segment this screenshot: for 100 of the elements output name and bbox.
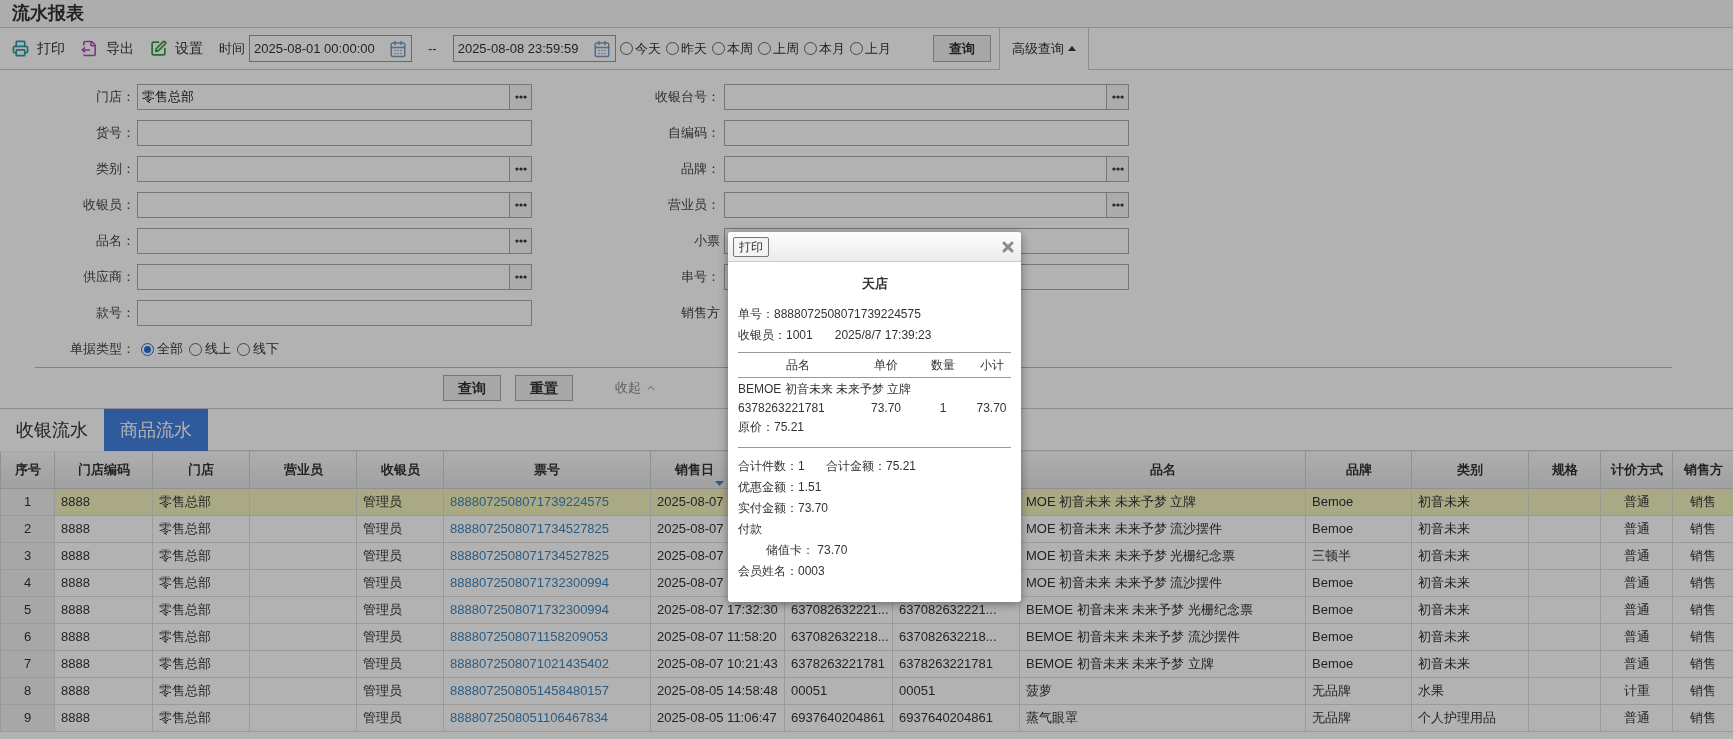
table-cell: Bemoe <box>1312 521 1354 537</box>
doc-type-option[interactable]: 全部 <box>157 339 183 359</box>
table-cell: 2025-08-07 17:32:30 <box>657 602 778 618</box>
doc-type-option[interactable]: 线上 <box>205 339 231 359</box>
more-button[interactable] <box>1106 85 1128 109</box>
column-header[interactable]: 营业员 <box>249 450 357 489</box>
doc-type-option[interactable]: 线下 <box>253 339 279 359</box>
table-cell: 普通 <box>1623 710 1650 726</box>
range-option[interactable]: 今天 <box>634 38 661 59</box>
toolbar-button[interactable]: 打印 <box>12 38 65 59</box>
table-cell: 管理员 <box>363 710 402 726</box>
table-cell: 销售 <box>1690 521 1716 537</box>
column-header[interactable]: 收银员 <box>356 450 444 489</box>
table-cell: 管理员 <box>363 683 402 699</box>
receipt-time: 2025/8/7 17:39:23 <box>834 326 932 344</box>
search-button[interactable]: 查询 <box>443 375 501 401</box>
input-field[interactable] <box>724 120 1129 146</box>
radio-button[interactable] <box>757 42 771 55</box>
table-cell: 三顿半 <box>1312 548 1351 564</box>
radio-button[interactable] <box>803 42 817 55</box>
table-cell: 销售 <box>1690 602 1716 618</box>
range-option[interactable]: 上周 <box>772 38 799 59</box>
column-header[interactable]: 类别 <box>1411 450 1529 489</box>
more-button[interactable] <box>509 193 531 217</box>
column-header[interactable]: 票号 <box>443 450 651 489</box>
table-cell: 销售 <box>1690 656 1716 672</box>
picker-field[interactable] <box>137 228 532 254</box>
table-cell: MOE 初音未来 未来予梦 立牌 <box>1026 494 1197 510</box>
picker-field[interactable] <box>724 156 1129 182</box>
table-cell: 8888 <box>61 521 90 537</box>
radio-button[interactable] <box>665 42 679 55</box>
picker-field[interactable] <box>137 156 532 182</box>
column-header[interactable]: 门店编码 <box>54 450 153 489</box>
more-button[interactable] <box>509 85 531 109</box>
table-row[interactable]: 9 8888 零售总部 管理员 8888072508051106467834 2025-08-05 11:06:47 6937640204861 6937640204861 蒸气眼罩 无品牌 个人护理用品 普通 销售 <box>0 704 1733 732</box>
tab[interactable]: 商品流水 <box>104 409 208 451</box>
input-field[interactable] <box>137 300 532 326</box>
table-cell: 无品牌 <box>1312 683 1351 699</box>
more-button[interactable] <box>1106 157 1128 181</box>
printer-icon <box>12 40 29 57</box>
radio-button[interactable] <box>619 42 633 55</box>
column-header[interactable]: 计价方式 <box>1600 450 1673 489</box>
table-cell: 普通 <box>1623 602 1650 618</box>
radio-button[interactable] <box>237 342 250 356</box>
picker-field[interactable] <box>724 84 1129 110</box>
edit-icon <box>150 40 167 57</box>
table-cell: 管理员 <box>363 575 402 591</box>
table-row[interactable]: 6 8888 零售总部 管理员 8888072508071158209053 2025-08-07 11:58:20 637082632218... 637082632218... BEMOE 初音未来 未来予梦 流沙摆件 Bemoe 初音未来 普通 销售 <box>0 623 1733 651</box>
more-button[interactable] <box>509 229 531 253</box>
query-button[interactable]: 查询 <box>932 35 991 62</box>
table-cell: BEMOE 初音未来 未来予梦 立牌 <box>1026 656 1214 672</box>
more-button[interactable] <box>1106 193 1128 217</box>
item-price: 73.70 <box>870 399 902 417</box>
cashier-text: 收银员：1001 <box>738 326 813 344</box>
range-option[interactable]: 昨天 <box>680 38 707 59</box>
table-cell: Bemoe <box>1312 494 1354 510</box>
item-column-header: 单价 <box>873 356 899 374</box>
range-option[interactable]: 上月 <box>864 38 891 59</box>
picker-field[interactable] <box>724 192 1129 218</box>
calendar-icon[interactable] <box>592 39 611 58</box>
reset-button[interactable]: 重置 <box>515 375 573 401</box>
table-cell: 普通 <box>1623 575 1650 591</box>
toolbar-button[interactable]: 导出 <box>81 38 134 59</box>
table-row[interactable]: 8 8888 零售总部 管理员 8888072508051458480157 2025-08-05 14:58:48 00051 00051 菠萝 无品牌 水果 计重 销售 <box>0 677 1733 705</box>
range-option[interactable]: 本周 <box>726 38 753 59</box>
input-field[interactable] <box>137 120 532 146</box>
range-option[interactable]: 本月 <box>818 38 845 59</box>
more-button[interactable] <box>509 265 531 289</box>
print-button[interactable]: 打印 <box>733 236 769 257</box>
picker-field[interactable] <box>137 192 532 218</box>
more-button[interactable] <box>509 157 531 181</box>
picker-field[interactable] <box>137 264 532 290</box>
payment-label: 付款 <box>738 520 763 538</box>
picker-field[interactable]: 零售总部 <box>137 84 532 110</box>
table-row[interactable]: 7 8888 零售总部 管理员 8888072508071021435402 2025-08-07 10:21:43 6378263221781 6378263221781 BEMOE 初音未来 未来予梦 立牌 Bemoe 初音未来 普通 销售 <box>0 650 1733 678</box>
column-header[interactable]: 销售方 <box>1672 450 1733 489</box>
table-cell: 637082632218... <box>791 629 889 645</box>
page-title: 流水报表 <box>12 2 84 25</box>
radio-button[interactable] <box>189 342 202 356</box>
radio-button[interactable] <box>849 42 863 55</box>
table-cell: 2025-08-05 11:06:47 <box>657 710 777 726</box>
item-name: BEMOE 初音未来 未来予梦 立牌 <box>738 380 913 398</box>
calendar-icon[interactable] <box>389 39 407 58</box>
date-field[interactable]: 2025-08-08 23:59:59 <box>452 35 616 62</box>
toolbar-button[interactable]: 设置 <box>150 38 203 59</box>
column-header[interactable]: 规格 <box>1528 450 1601 489</box>
column-header[interactable]: 序号 <box>0 450 55 489</box>
field-label: 款号： <box>95 304 136 323</box>
advanced-query-tab[interactable]: 高级查询 <box>998 27 1089 70</box>
table-cell: 初音未来 <box>1418 602 1470 618</box>
table-cell: 2025-08-07 <box>657 494 724 510</box>
table-cell: 2025-08-05 14:58:48 <box>657 683 778 699</box>
column-header[interactable]: 品名 <box>1019 450 1306 489</box>
radio-button[interactable] <box>141 342 154 356</box>
radio-button[interactable] <box>711 42 725 55</box>
item-column-header: 小计 <box>978 356 1005 374</box>
column-header[interactable]: 门店 <box>152 450 250 489</box>
date-field[interactable]: 2025-08-01 00:00:00 <box>249 35 412 62</box>
column-header[interactable]: 品牌 <box>1305 450 1412 489</box>
table-row[interactable]: 5 8888 零售总部 管理员 8888072508071732300994 2025-08-07 17:32:30 637082632221... 637082632221... BEMOE 初音未来 未来予梦 光栅纪念票 Bemoe 初音未来 普通 销售 <box>0 596 1733 624</box>
